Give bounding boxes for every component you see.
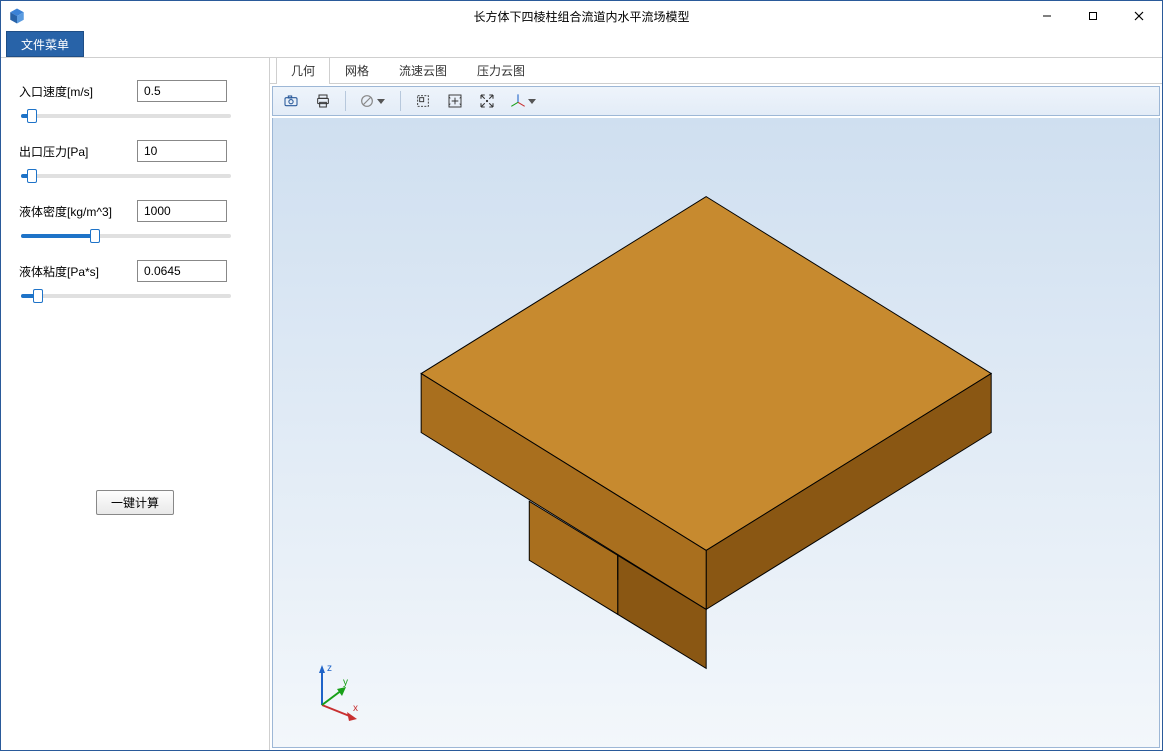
content: 几何 网格 流速云图 压力云图 xyxy=(270,58,1162,750)
tab-velocity-cloud[interactable]: 流速云图 xyxy=(384,57,462,84)
tabs: 几何 网格 流速云图 压力云图 xyxy=(270,58,1162,84)
inlet-velocity-slider[interactable] xyxy=(21,106,231,126)
zoom-fit-button[interactable] xyxy=(441,89,469,113)
density-slider[interactable] xyxy=(21,226,231,246)
tab-geometry[interactable]: 几何 xyxy=(276,57,330,84)
param-label: 液体密度[kg/m^3] xyxy=(19,203,129,220)
density-input[interactable] xyxy=(137,200,227,222)
print-button[interactable] xyxy=(309,89,337,113)
zoom-box-button[interactable] xyxy=(409,89,437,113)
param-label: 入口速度[m/s] xyxy=(19,83,129,100)
axis-x-label: x xyxy=(353,703,358,714)
tab-mesh[interactable]: 网格 xyxy=(330,57,384,84)
compute-button[interactable]: 一键计算 xyxy=(96,490,174,515)
param-inlet-velocity: 入口速度[m/s] xyxy=(19,80,251,102)
viscosity-input[interactable] xyxy=(137,260,227,282)
sidebar: 入口速度[m/s] 出口压力[Pa] 液体密度[kg/m^3] xyxy=(1,58,270,750)
outlet-pressure-input[interactable] xyxy=(137,140,227,162)
minimize-button[interactable] xyxy=(1024,1,1070,31)
viscosity-slider[interactable] xyxy=(21,286,231,306)
hide-dropdown[interactable] xyxy=(354,89,392,113)
snapshot-button[interactable] xyxy=(277,89,305,113)
viewport-toolbar xyxy=(272,86,1160,116)
geometry-model xyxy=(273,118,1159,747)
param-label: 出口压力[Pa] xyxy=(19,143,129,160)
param-viscosity: 液体粘度[Pa*s] xyxy=(19,260,251,282)
inlet-velocity-input[interactable] xyxy=(137,80,227,102)
rotate-button[interactable] xyxy=(473,89,501,113)
menubar: 文件菜单 xyxy=(1,31,1162,57)
tab-pressure-cloud[interactable]: 压力云图 xyxy=(462,57,540,84)
file-menu[interactable]: 文件菜单 xyxy=(6,31,84,57)
app-icon xyxy=(7,6,27,26)
maximize-button[interactable] xyxy=(1070,1,1116,31)
chevron-down-icon xyxy=(377,99,385,104)
titlebar: 长方体下四棱柱组合流道内水平流场模型 xyxy=(1,1,1162,31)
axes-dropdown[interactable] xyxy=(505,89,543,113)
window-title: 长方体下四棱柱组合流道内水平流场模型 xyxy=(1,8,1162,25)
close-button[interactable] xyxy=(1116,1,1162,31)
param-label: 液体粘度[Pa*s] xyxy=(19,263,129,280)
param-outlet-pressure: 出口压力[Pa] xyxy=(19,140,251,162)
toolbar-separator xyxy=(345,91,346,111)
axis-y-label: y xyxy=(343,677,348,688)
viewport-3d[interactable]: z x y xyxy=(272,118,1160,748)
param-density: 液体密度[kg/m^3] xyxy=(19,200,251,222)
window-controls xyxy=(1024,1,1162,31)
axis-z-label: z xyxy=(327,663,332,674)
outlet-pressure-slider[interactable] xyxy=(21,166,231,186)
toolbar-separator xyxy=(400,91,401,111)
axis-triad: z x y xyxy=(297,655,367,725)
chevron-down-icon xyxy=(528,99,536,104)
